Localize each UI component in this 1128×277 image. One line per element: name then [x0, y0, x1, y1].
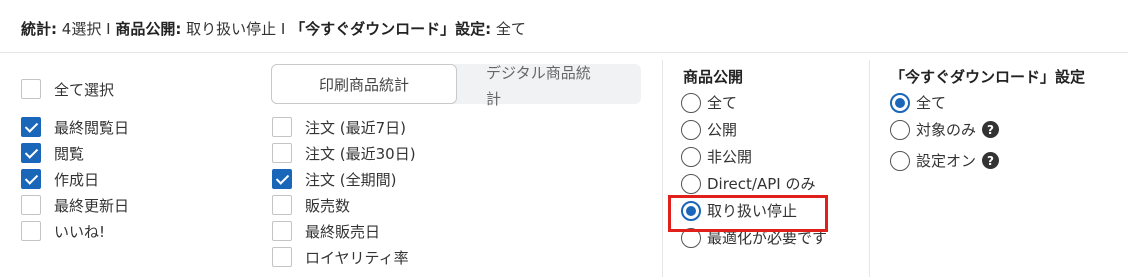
- radio-download-eligible-only[interactable]: 対象のみ ?: [890, 116, 1000, 143]
- checkbox-last-sold[interactable]: 最終販売日: [272, 218, 416, 244]
- publish-value: 取り扱い停止: [186, 20, 277, 38]
- checkbox-label: 最終更新日: [54, 196, 130, 215]
- checkbox-orders-7d[interactable]: 注文 (最近7日): [272, 114, 416, 140]
- checkbox-label: 販売数: [305, 196, 351, 215]
- stats-column-orders: 注文 (最近7日) 注文 (最近30日) 注文 (全期間) 販売数 最終販売日 …: [272, 114, 416, 270]
- radio-button[interactable]: [681, 92, 701, 113]
- download-radio-group: 全て 対象のみ ? 設定オン ?: [890, 89, 1000, 174]
- radio-publish-all[interactable]: 全て: [681, 89, 827, 116]
- publish-group-title: 商品公開: [683, 68, 744, 86]
- checkbox-label: 最終販売日: [305, 222, 381, 241]
- tab-digital-label-line1: デジタル商品統: [486, 64, 591, 82]
- checkbox-label: 作成日: [54, 170, 100, 189]
- radio-button[interactable]: [681, 173, 701, 194]
- checkbox-label: 閲覧: [54, 144, 85, 163]
- checkbox-box[interactable]: [21, 195, 41, 215]
- publish-label: 商品公開:: [115, 20, 182, 38]
- radio-button[interactable]: [890, 92, 910, 113]
- checkbox-box[interactable]: [272, 221, 292, 241]
- checkbox-label: いいね!: [54, 222, 106, 241]
- checkbox-orders-all[interactable]: 注文 (全期間): [272, 166, 416, 192]
- checkbox-label: 最終閲覧日: [54, 118, 130, 137]
- select-all-label: 全て選択: [54, 80, 115, 99]
- radio-button[interactable]: [890, 119, 910, 140]
- checkbox-label: 注文 (最近30日): [305, 144, 416, 163]
- checkbox-box[interactable]: [21, 221, 41, 241]
- filter-summary: 統計: 4選択 I 商品公開: 取り扱い停止 I 「今すぐダウンロード」設定: …: [21, 18, 526, 40]
- tab-print-stats[interactable]: 印刷商品統計: [271, 64, 457, 104]
- radio-label: 公開: [707, 121, 738, 139]
- download-group-title: 「今すぐダウンロード」設定: [890, 68, 1086, 86]
- checkbox-views[interactable]: 閲覧: [21, 140, 129, 166]
- radio-button[interactable]: [681, 146, 701, 167]
- download-value: 全て: [495, 20, 526, 38]
- radio-label: 全て: [916, 94, 947, 112]
- radio-label: 全て: [707, 94, 738, 112]
- checkbox-box[interactable]: [272, 195, 292, 215]
- checkbox-likes[interactable]: いいね!: [21, 218, 129, 244]
- selection-highlight-box: [668, 195, 828, 232]
- stats-value: 4選択: [61, 20, 102, 38]
- checkbox-box[interactable]: [21, 79, 41, 99]
- checkbox-box[interactable]: [272, 117, 292, 137]
- checkbox-box[interactable]: [272, 143, 292, 163]
- tab-digital-stats[interactable]: デジタル商品統 計: [486, 60, 626, 112]
- checkbox-royalty-rate[interactable]: ロイヤリティ率: [272, 244, 416, 270]
- radio-download-all[interactable]: 全て: [890, 89, 999, 116]
- help-icon[interactable]: ?: [982, 152, 1000, 169]
- checkbox-box[interactable]: [272, 247, 292, 267]
- checkbox-last-updated[interactable]: 最終更新日: [21, 192, 129, 218]
- checkbox-label: 注文 (最近7日): [305, 118, 407, 137]
- summary-divider: [0, 52, 1128, 53]
- tab-digital-label-line2: 計: [486, 90, 502, 108]
- checkbox-orders-30d[interactable]: 注文 (最近30日): [272, 140, 416, 166]
- summary-separator: I: [280, 20, 286, 38]
- radio-publish-direct-api[interactable]: Direct/API のみ: [681, 170, 827, 197]
- checkbox-last-viewed[interactable]: 最終閲覧日: [21, 114, 129, 140]
- stats-label: 統計:: [21, 20, 57, 38]
- radio-label: 設定オン: [916, 152, 977, 170]
- checkbox-box[interactable]: [21, 117, 41, 137]
- radio-button[interactable]: [681, 119, 701, 140]
- radio-label: 対象のみ: [916, 121, 977, 139]
- help-icon[interactable]: ?: [982, 121, 1000, 138]
- checkbox-box[interactable]: [21, 169, 41, 189]
- radio-download-enabled[interactable]: 設定オン ?: [890, 147, 1000, 174]
- checkbox-units-sold[interactable]: 販売数: [272, 192, 416, 218]
- radio-label: Direct/API のみ: [707, 175, 816, 193]
- summary-separator: I: [106, 20, 111, 38]
- column-divider: [869, 60, 870, 277]
- checkbox-box[interactable]: [21, 143, 41, 163]
- download-label: 「今すぐダウンロード」設定:: [290, 20, 492, 38]
- checkbox-label: ロイヤリティ率: [305, 248, 409, 267]
- stats-column-left: 最終閲覧日 閲覧 作成日 最終更新日 いいね!: [21, 114, 129, 244]
- checkbox-created[interactable]: 作成日: [21, 166, 129, 192]
- radio-button[interactable]: [890, 150, 910, 171]
- select-all-checkbox[interactable]: 全て選択: [21, 76, 114, 102]
- checkbox-label: 注文 (全期間): [305, 170, 397, 189]
- radio-publish-private[interactable]: 非公開: [681, 143, 827, 170]
- radio-label: 非公開: [707, 148, 753, 166]
- checkbox-box[interactable]: [272, 169, 292, 189]
- column-divider: [662, 60, 663, 277]
- radio-publish-public[interactable]: 公開: [681, 116, 827, 143]
